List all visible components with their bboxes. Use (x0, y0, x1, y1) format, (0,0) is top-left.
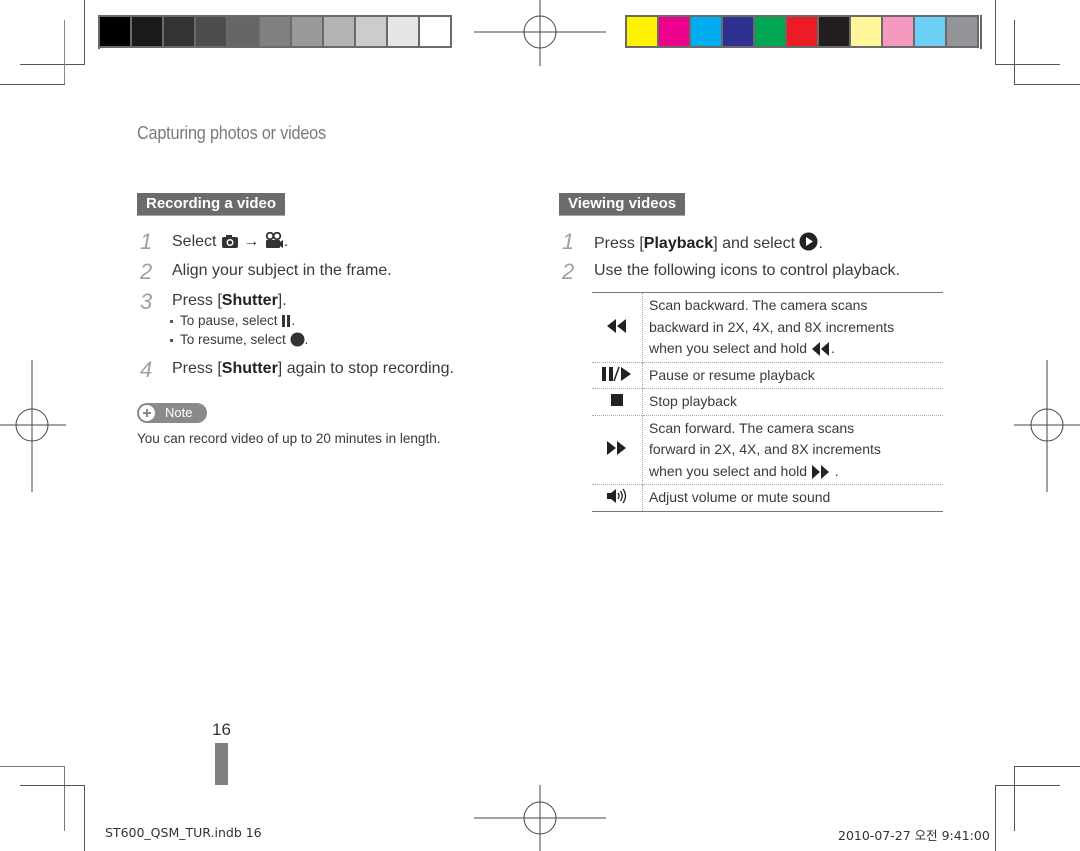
color-swatch (819, 17, 849, 46)
footer-file-info: ST600_QSM_TUR.indb 16 (105, 825, 262, 840)
color-swatch (947, 17, 977, 46)
color-swatch (292, 17, 322, 46)
step-number: 3 (140, 289, 153, 314)
step-number: 2 (140, 259, 153, 284)
color-swatch (388, 17, 418, 46)
shutter-key-label: Shutter (221, 292, 278, 309)
video-camera-icon (265, 232, 283, 248)
color-swatch (100, 17, 130, 46)
registration-mark-left (0, 360, 66, 492)
color-swatch (164, 17, 194, 46)
color-swatch (659, 17, 689, 46)
page-title: Capturing photos or videos (137, 123, 326, 143)
stop-icon (611, 394, 623, 407)
bullet-pause: To pause, select . (170, 313, 295, 328)
registration-mark-top (474, 0, 606, 66)
color-swatch (723, 17, 753, 46)
play-circle-icon (799, 232, 818, 251)
table-row: Stop playback (592, 388, 943, 415)
pause-play-icon (602, 366, 631, 382)
step-number: 1 (140, 229, 153, 254)
playback-controls-table: Scan backward. The camera scans backward… (592, 292, 943, 512)
color-swatch (132, 17, 162, 46)
table-row: Pause or resume playback (592, 361, 943, 389)
step-number: 1 (562, 229, 575, 254)
grayscale-color-bar (98, 15, 452, 48)
page-tab-marker (215, 743, 228, 785)
color-swatch (755, 17, 785, 46)
color-swatch (691, 17, 721, 46)
step-number: 4 (140, 357, 153, 382)
rewind-icon (811, 342, 829, 356)
section-heading-viewing: Viewing videos (559, 193, 686, 216)
step-number: 2 (562, 259, 575, 284)
volume-icon (607, 488, 627, 504)
rewind-icon (607, 318, 626, 333)
color-swatch (915, 17, 945, 46)
table-row: Adjust volume or mute sound (592, 484, 943, 511)
registration-mark-right (1014, 360, 1080, 492)
playback-key-label: Playback (643, 235, 714, 252)
note-text: You can record video of up to 20 minutes… (137, 431, 441, 446)
color-swatch (627, 17, 657, 46)
fast-forward-icon (607, 441, 626, 456)
record-dot-icon (290, 332, 305, 347)
color-swatch (787, 17, 817, 46)
bullet-resume: To resume, select . (170, 332, 308, 347)
section-heading-recording: Recording a video (137, 193, 286, 216)
page-number: 16 (212, 720, 231, 739)
color-swatch (883, 17, 913, 46)
color-swatch (420, 17, 450, 46)
note-badge: Note (137, 403, 207, 423)
camera-icon (221, 235, 238, 248)
registration-mark-bottom (474, 785, 606, 851)
color-swatch (356, 17, 386, 46)
plus-icon (139, 405, 155, 421)
pause-icon (282, 315, 291, 327)
footer-timestamp: 2010-07-27 오전 9:41:00 (838, 828, 990, 843)
shutter-key-label: Shutter (221, 360, 278, 377)
color-swatch (260, 17, 290, 46)
color-swatch (851, 17, 881, 46)
color-swatch (324, 17, 354, 46)
table-row: Scan backward. The camera scans backward… (592, 292, 943, 362)
table-row: Scan forward. The camera scans forward i… (592, 414, 943, 485)
process-color-bar (625, 15, 979, 48)
color-swatch (228, 17, 258, 46)
fast-forward-icon (811, 464, 829, 479)
color-swatch (196, 17, 226, 46)
